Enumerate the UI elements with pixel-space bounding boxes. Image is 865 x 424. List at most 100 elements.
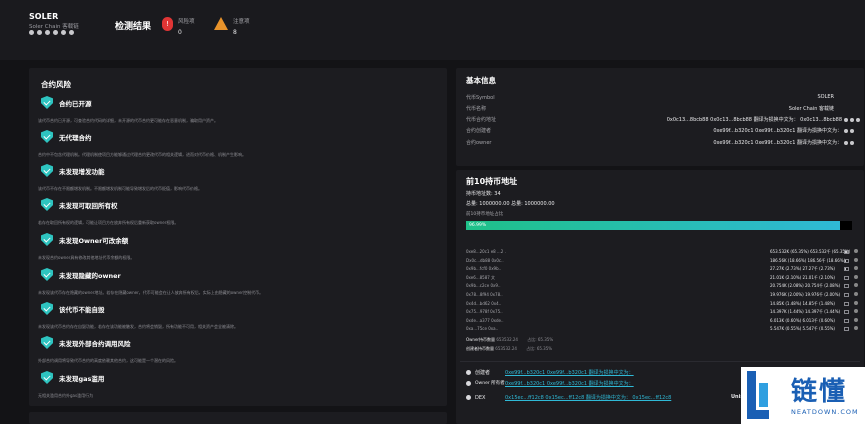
holder-address[interactable]: 0xe6...8587 文 [466,275,495,281]
person-icon [466,395,471,400]
holder-share-fill [845,251,847,253]
creator-info-row: 创建者 0xe99f...b320c1 0xe99f...b320c1 翻译为损… [466,369,634,376]
kv-value[interactable]: SOLER [817,94,834,100]
kv-contract-address: 代币合约地址 0x0c13...8bcb88 0x0c13...8bcb88 翻… [466,116,864,124]
holder-value: 14.85K (1.48%) 14.85千 (1.48%) [770,300,835,306]
holder-share-bar [844,275,849,280]
explorer-icon[interactable] [37,30,42,35]
holder-share-bar [844,301,849,306]
warn-count: 8 [233,29,237,36]
warn-count-box: 注意项 8 [214,17,250,36]
creator-label: 创建者 [475,370,491,376]
risk-item-desc: 未发现该代币合约存在自毁功能，若存在该功能被触发，合约将会销毁，所有功能不可用，… [38,324,238,329]
dex-label: DEX [475,394,486,401]
risk-alert-icon: ! [162,17,173,31]
holder-row[interactable]: 0xe6...8587 文 21.01K (2.10%) 21.01千 (2.10… [466,274,864,282]
more-icon[interactable] [856,117,860,122]
holder-row[interactable]: 0x75...978f 0x75.. 14.397K (1.44%) 14.397… [466,309,864,316]
owner-address-value[interactable]: 0xe99f...b320c1 0xe99f...b320c1 翻译为损换中文为… [713,139,842,146]
lock-icon [854,300,858,305]
lock-icon [854,326,858,331]
creator-holding-line: 创建者持币数量 653532.24 占比: 65.35% [466,346,552,352]
explorer-link-icon[interactable] [850,128,854,133]
kv-key: 代币Symbol [466,95,495,101]
holder-address[interactable]: 0xa...75ce 0xa.. [466,326,498,331]
person-icon [466,370,471,375]
divider [460,361,860,362]
brand-logo-icon [747,371,769,419]
holder-value: 653.532K (65.35%) 653.532千 (65.35%) [770,249,851,254]
kv-value[interactable]: Soler Chain 客载链 [789,105,834,112]
chart-icon[interactable] [45,30,50,35]
holder-value: 186.56K (18.66%) 186.56千 (18.66%) [770,257,846,263]
top10-progress-bar: 96.99% [466,221,852,230]
copy-icon[interactable] [844,128,848,133]
copy-icon[interactable] [844,140,848,145]
kv-value-wrap: 0x0c13...8bcb88 0x0c13...8bcb88 翻译为损换中文为… [667,116,860,123]
holder-address[interactable]: 0xde...a377 0xde.. [466,318,504,323]
lock-icon [854,249,858,253]
holder-share-bar [844,284,849,289]
kv-key: 代币合约地址 [466,117,497,123]
holder-share-bar [844,258,849,263]
risk-item-title: 无代理合约 [59,134,92,142]
telegram-icon[interactable] [61,30,66,35]
risk-item-desc: 若存在取回所有权的逻辑，可能让项目方在放弃所有权后重新获取owner权限。 [38,220,179,225]
kv-value-wrap: 0xe99f...b320c1 0xe99f...b320c1 翻译为损换中文为… [713,127,854,134]
brand-name-en: NEATDOWN.COM [791,408,859,416]
holder-value: 20.754K (2.08%) 20.754千 (2.08%) [770,283,841,289]
website-icon[interactable] [29,30,34,35]
holder-row[interactable]: 0x9b...fcf0 0x9b.. 27.27K (2.73%) 27.27千 … [466,266,864,273]
holder-share-fill [845,259,846,262]
creator-link[interactable]: 0xe99f...b320c1 0xe99f...b320c1 翻译为损换中文为… [505,369,634,376]
holder-address[interactable]: 0xe8...20c1 e8 ...2 . [466,249,506,254]
contract-address-value[interactable]: 0x0c13...8bcb88 0x0c13...8bcb88 翻译为损换中文为… [667,116,842,123]
top10-percent-text: 96.99% [469,222,487,228]
holder-row[interactable]: 0x9b...c2ce 0x9.. 20.754K (2.08%) 20.754千… [466,283,864,290]
lock-icon [854,283,858,288]
explorer-link-icon[interactable] [850,117,854,122]
dex-info-row: DEX 0x15ec...ff12c8 0x15ec...ff12c8 翻译为损… [466,394,671,401]
token-name: SOLER [29,12,59,21]
kv-key: 合约owner [466,140,492,146]
risk-item-title: 该代币不能自毁 [59,306,105,314]
holder-address[interactable]: 0x4d...bd62 0x4.. [466,301,501,306]
top10-progress-fill [466,221,841,230]
risk-item-desc: 未发现合约owner具有修改其他地址代币余额的权限。 [38,255,135,260]
holder-row[interactable]: 0xde...a377 0xde.. 6.013K (0.60%) 6.013千 … [466,317,864,325]
holder-address[interactable]: Dx0c...db88 0x0c.. [466,258,504,263]
lock-icon [854,317,858,322]
holder-row[interactable]: 0x78...8f94 0x78.. 19.976K (2.00%) 19.976… [466,292,864,299]
twitter-icon[interactable] [53,30,58,35]
top-holders-title: 前10持币地址 [466,177,518,186]
holder-share-bar [844,250,849,254]
creator-address-value[interactable]: 0xe99f...b320c1 0xe99f...b320c1 翻译为损换中文为… [713,127,842,134]
holder-row[interactable]: 0xe8...20c1 e8 ...2 . 653.532K (65.35%) 6… [466,249,864,256]
warning-triangle-icon [214,17,228,30]
lock-icon [854,309,858,314]
total-supply: 总量: 1000000.00 总量: 1000000.00 [466,201,555,207]
dex-link[interactable]: 0x15ec...ff12c8 0x15ec...ff12c8 翻译为损换中文为… [505,394,671,401]
risk-item-desc: 外部合约调用将导致代币合约的高度依赖其他合约，这可能是一个潜在的风险。 [38,358,178,363]
copy-icon[interactable] [844,117,848,122]
creator-amount-pct: 占比: 65.35% [526,346,553,351]
owner-link[interactable]: 0xe99f...b320c1 0xe99f...b320c1 翻译为损换中文为… [505,380,634,387]
risk-item-title: 合约已开源 [59,100,92,108]
explorer-link-icon[interactable] [850,140,854,145]
person-icon [466,381,471,386]
risk-label: 风险项 [178,19,195,25]
holder-row[interactable]: 0x4d...bd62 0x4.. 14.85K (1.48%) 14.85千 (… [466,300,864,308]
holder-row[interactable]: 0xa...75ce 0xa.. 5.547K (0.55%) 5.547千 (0… [466,326,864,333]
holder-address[interactable]: 0x78...8f94 0x78.. [466,292,503,297]
risk-count-box: ! 风险项 0 [162,17,195,36]
lock-icon [854,292,858,296]
holder-row[interactable]: Dx0c...db88 0x0c.. 186.56K (18.66%) 186.5… [466,257,864,265]
holder-address[interactable]: 0x9b...fcf0 0x9b.. [466,266,501,271]
kv-owner: 合约owner 0xe99f...b320c1 0xe99f...b320c1 … [466,139,864,147]
holder-address[interactable]: 0x75...978f 0x75.. [466,309,503,314]
holder-value: 21.01K (2.10%) 21.01千 (2.10%) [770,274,835,280]
share-icon[interactable] [69,30,74,35]
kv-token-name: 代币名称 Soler Chain 客载链 [466,105,864,113]
holder-address[interactable]: 0x9b...c2ce 0x9.. [466,283,501,288]
kv-key: 代币名称 [466,106,487,112]
